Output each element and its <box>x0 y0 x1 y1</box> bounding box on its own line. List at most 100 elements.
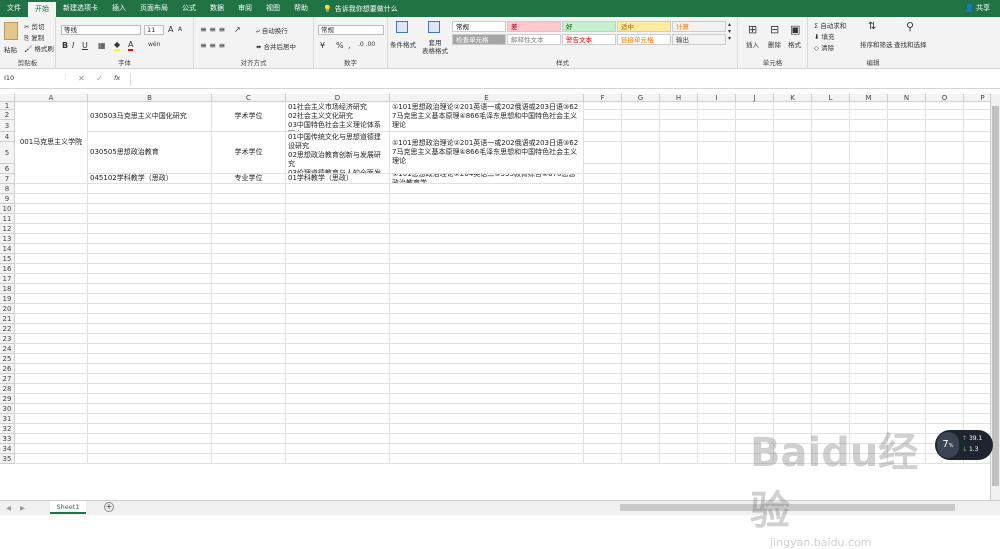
grid-cell[interactable] <box>850 304 888 314</box>
grid-cell[interactable] <box>15 344 88 354</box>
currency-icon[interactable]: ¥ <box>320 41 325 50</box>
grid-cell[interactable] <box>15 394 88 404</box>
grid-cell[interactable] <box>888 102 926 110</box>
grid-cell[interactable] <box>390 454 584 464</box>
tab-8[interactable]: 视图 <box>259 0 287 17</box>
grid-cell[interactable] <box>964 110 990 120</box>
grid-cell[interactable] <box>926 184 964 194</box>
grid-cell[interactable] <box>964 334 990 344</box>
grid-cell[interactable] <box>964 102 990 110</box>
row-header-19[interactable]: 19 <box>0 294 15 304</box>
cell-e3[interactable]: ①101思想政治理论②204英语二③333教育综合④870思想政治教育学 <box>390 174 584 184</box>
grid-cell[interactable] <box>622 374 660 384</box>
grid-cell[interactable] <box>88 394 212 404</box>
grid-cell[interactable] <box>698 214 736 224</box>
table-format-button[interactable]: 套用 表格格式 <box>422 39 448 55</box>
grid-cell[interactable] <box>660 164 698 174</box>
grid-cell[interactable] <box>212 224 286 234</box>
grid-cell[interactable] <box>812 354 850 364</box>
row-header-8[interactable]: 8 <box>0 184 15 194</box>
column-header-A[interactable]: A <box>15 94 88 102</box>
grid-cell[interactable] <box>15 444 88 454</box>
grid-cell[interactable] <box>736 174 774 184</box>
grid-cell[interactable] <box>584 120 622 132</box>
grid-cell[interactable] <box>660 142 698 164</box>
grid-cell[interactable] <box>88 364 212 374</box>
grid-cell[interactable] <box>926 384 964 394</box>
grid-cell[interactable] <box>888 254 926 264</box>
grid-cell[interactable] <box>850 284 888 294</box>
grid-cell[interactable] <box>212 184 286 194</box>
styles-scroll-icon[interactable]: ▴ ▾ ▾ <box>728 21 731 42</box>
grid-cell[interactable] <box>698 384 736 394</box>
cell-style-3[interactable]: 适中 <box>617 21 671 32</box>
grid-cell[interactable] <box>888 214 926 224</box>
grid-cell[interactable] <box>212 214 286 224</box>
column-header-H[interactable]: H <box>660 94 698 102</box>
column-header-P[interactable]: P <box>964 94 990 102</box>
row-header-7[interactable]: 7 <box>0 174 15 184</box>
bold-button[interactable]: B <box>62 41 68 50</box>
cancel-icon[interactable]: ✕ <box>78 74 85 83</box>
grid-cell[interactable] <box>584 344 622 354</box>
grid-cell[interactable] <box>660 364 698 374</box>
grid-cell[interactable] <box>15 194 88 204</box>
grid-cell[interactable] <box>584 132 622 142</box>
grid-cell[interactable] <box>622 354 660 364</box>
grid-cell[interactable] <box>774 404 812 414</box>
grid-cell[interactable] <box>736 284 774 294</box>
grid-cell[interactable] <box>850 354 888 364</box>
cell-style-7[interactable]: 警告文本 <box>562 34 616 45</box>
grid-cell[interactable] <box>812 264 850 274</box>
grid-cell[interactable] <box>15 324 88 334</box>
grid-cell[interactable] <box>584 174 622 184</box>
cell-style-4[interactable]: 计算 <box>672 21 726 32</box>
row-header-22[interactable]: 22 <box>0 324 15 334</box>
grid-cell[interactable] <box>774 254 812 264</box>
grid-cell[interactable] <box>698 254 736 264</box>
grid-cell[interactable] <box>622 184 660 194</box>
find-select-button[interactable]: 查找和选择 <box>894 39 927 49</box>
grid-cell[interactable] <box>622 224 660 234</box>
grid-cell[interactable] <box>964 284 990 294</box>
grid-cell[interactable] <box>286 274 390 284</box>
row-header-14[interactable]: 14 <box>0 244 15 254</box>
grid-cell[interactable] <box>212 374 286 384</box>
grid-cell[interactable] <box>926 142 964 164</box>
row-header-27[interactable]: 27 <box>0 374 15 384</box>
row-header-12[interactable]: 12 <box>0 224 15 234</box>
grid-cell[interactable] <box>774 234 812 244</box>
grid-cell[interactable] <box>888 344 926 354</box>
grid-cell[interactable] <box>390 304 584 314</box>
grid-cell[interactable] <box>390 344 584 354</box>
tab-3[interactable]: 插入 <box>105 0 133 17</box>
grid-cell[interactable] <box>698 314 736 324</box>
grid-cell[interactable] <box>660 274 698 284</box>
row-header-5[interactable]: 5 <box>0 142 15 164</box>
grid-cell[interactable] <box>660 454 698 464</box>
grid-cell[interactable] <box>698 404 736 414</box>
row-header-35[interactable]: 35 <box>0 454 15 464</box>
grid-cell[interactable] <box>15 244 88 254</box>
grid-cell[interactable] <box>286 284 390 294</box>
grid-cell[interactable] <box>736 264 774 274</box>
grid-cell[interactable] <box>622 254 660 264</box>
grid-cell[interactable] <box>660 184 698 194</box>
grid-cell[interactable] <box>964 132 990 142</box>
grid-cell[interactable] <box>774 324 812 334</box>
grid-cell[interactable] <box>660 374 698 384</box>
column-header-C[interactable]: C <box>212 94 286 102</box>
cell-b2[interactable]: 030505思想政治教育 <box>88 132 212 174</box>
grid-cell[interactable] <box>88 184 212 194</box>
grid-cell[interactable] <box>964 142 990 164</box>
grid-cell[interactable] <box>660 284 698 294</box>
sort-filter-icon[interactable]: ⇅ <box>868 21 876 32</box>
grid-cell[interactable] <box>212 244 286 254</box>
grid-cell[interactable] <box>15 294 88 304</box>
grid-cell[interactable] <box>698 294 736 304</box>
grid-cell[interactable] <box>88 324 212 334</box>
grid-cell[interactable] <box>286 244 390 254</box>
grid-cell[interactable] <box>584 184 622 194</box>
grid-cell[interactable] <box>850 142 888 164</box>
grid-cell[interactable] <box>660 244 698 254</box>
